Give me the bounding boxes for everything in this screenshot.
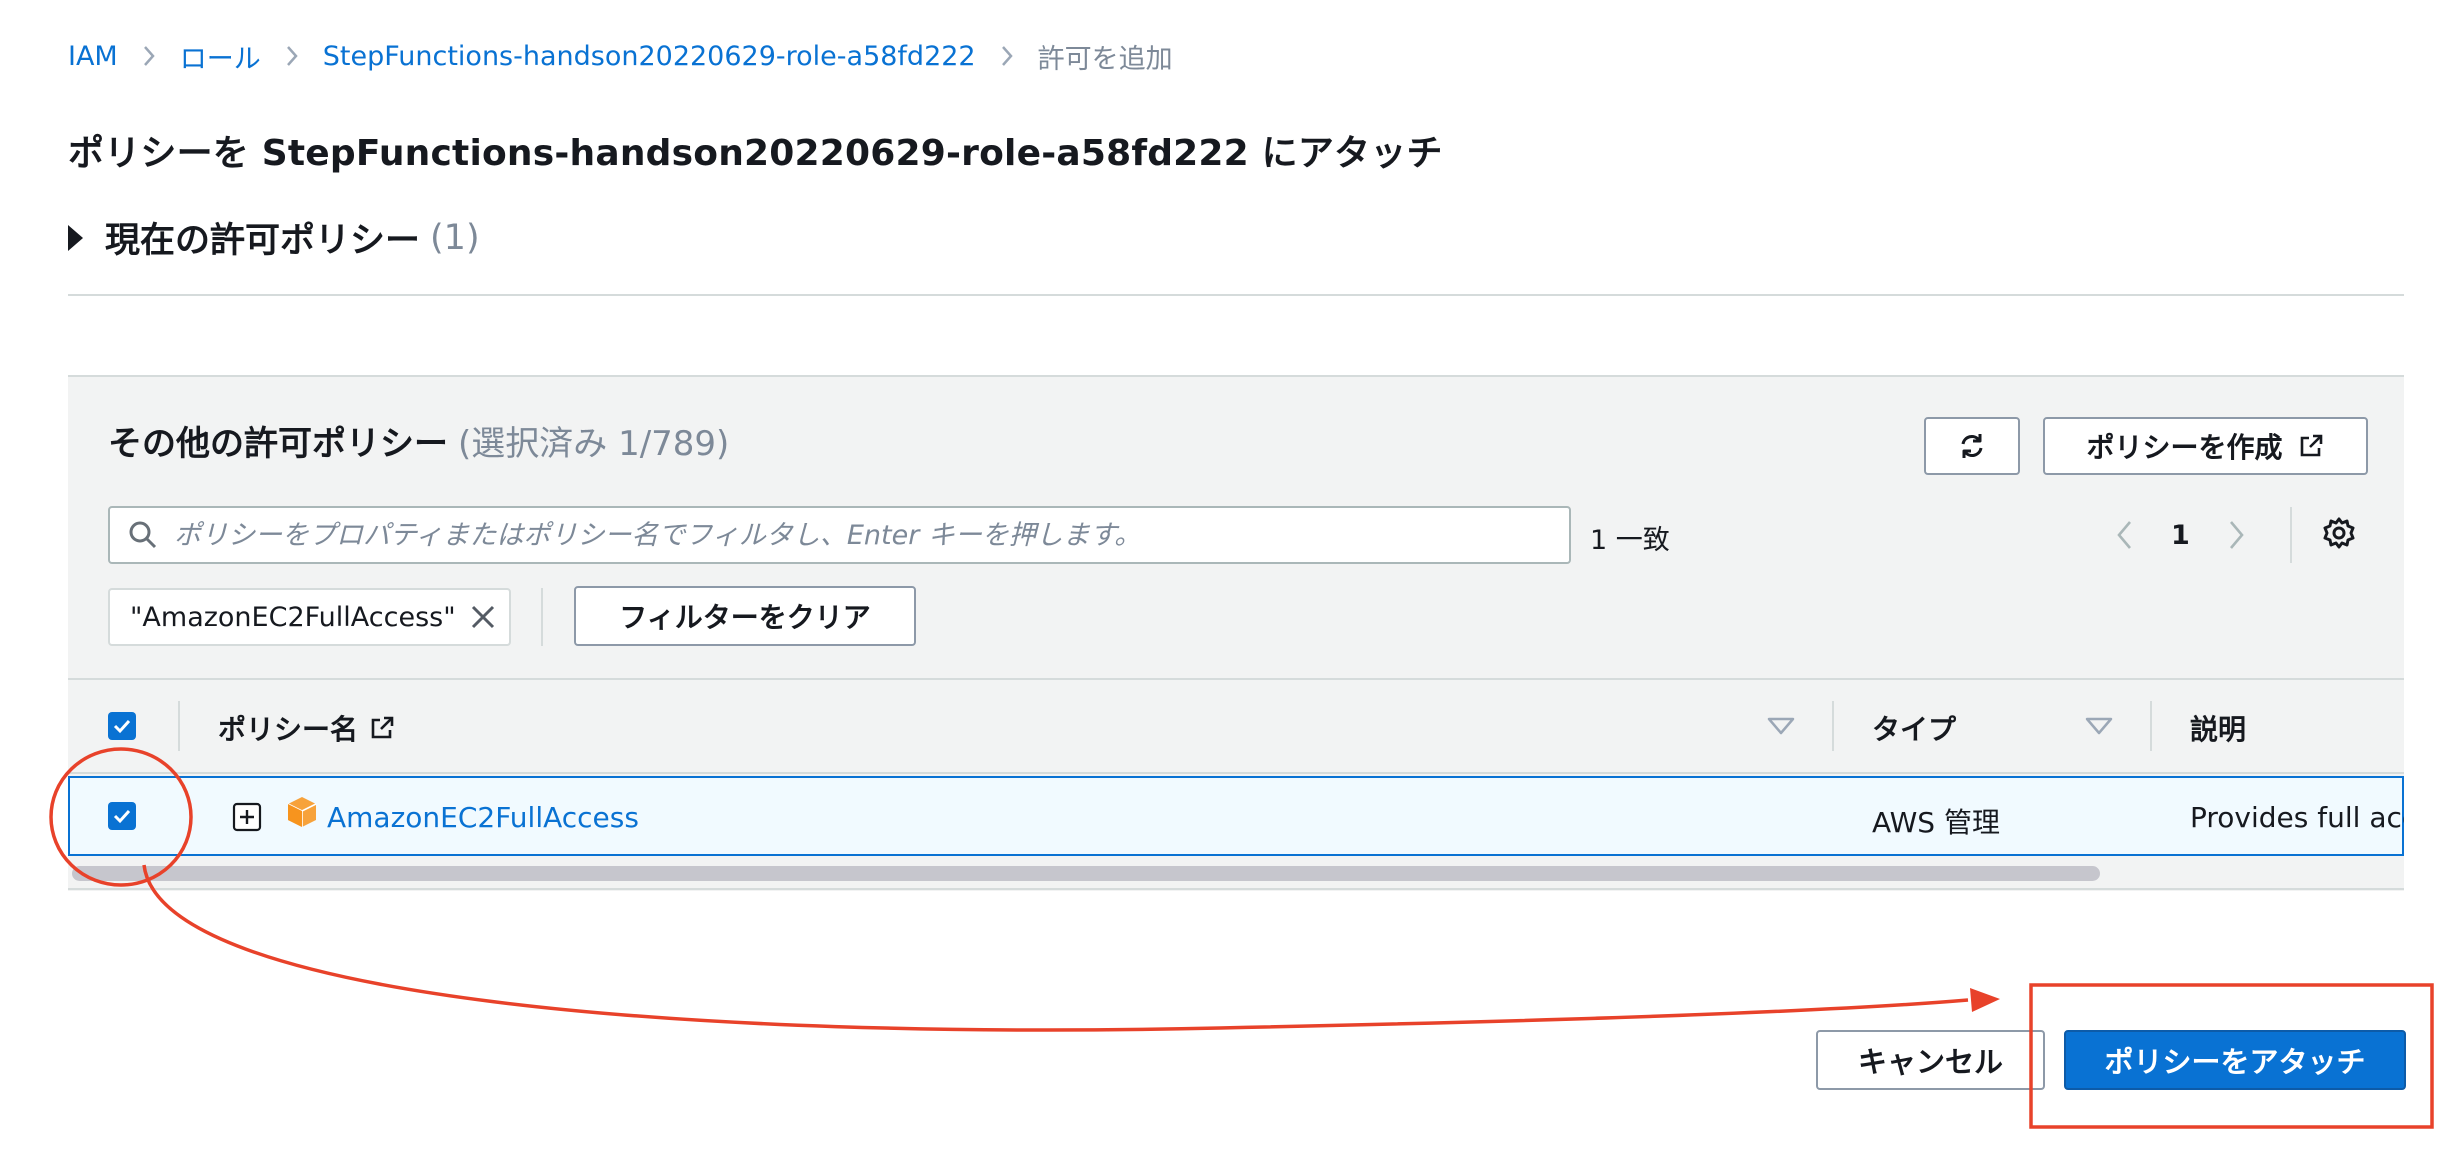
chevron-right-icon <box>142 44 156 68</box>
breadcrumb-roles[interactable]: ロール <box>180 37 261 76</box>
sort-icon[interactable] <box>1766 714 1796 738</box>
column-divider <box>1832 701 1834 751</box>
table-header <box>68 678 2404 774</box>
search-icon <box>128 520 158 550</box>
policy-type: AWS 管理 <box>1872 806 2000 839</box>
chevron-right-icon <box>1000 44 1014 68</box>
breadcrumb-current: 許可を追加 <box>1037 43 1173 75</box>
scrollbar-thumb[interactable] <box>72 866 2100 881</box>
create-policy-label: ポリシーを作成 <box>2086 431 2283 464</box>
refresh-icon <box>1961 434 1983 458</box>
chevron-right-icon <box>285 44 299 68</box>
column-label: ポリシー名 <box>218 713 359 746</box>
page-number[interactable]: 1 <box>2171 520 2190 551</box>
policy-search <box>108 506 1571 564</box>
other-policies-heading: その他の許可ポリシー (選択済み 1/789) <box>108 416 729 465</box>
select-all-checkbox[interactable] <box>108 712 136 740</box>
search-input[interactable] <box>172 518 1569 552</box>
column-divider <box>2150 701 2152 751</box>
external-link-icon <box>371 716 394 739</box>
caret-right-icon <box>68 224 83 251</box>
filter-token-label: "AmazonEC2FullAccess" <box>130 601 456 633</box>
filter-token: "AmazonEC2FullAccess" <box>108 588 511 646</box>
page-title: ポリシーを StepFunctions-handson20220629-role… <box>68 133 1443 174</box>
gear-icon[interactable] <box>2322 516 2356 554</box>
column-header-description: 説明 <box>2190 713 2247 746</box>
breadcrumb-iam[interactable]: IAM <box>68 41 118 72</box>
sort-icon[interactable] <box>2084 714 2114 738</box>
divider <box>68 294 2404 296</box>
attach-policy-button[interactable]: ポリシーをアタッチ <box>2064 1030 2406 1090</box>
row-checkbox[interactable] <box>108 802 136 830</box>
match-count: 1 一致 <box>1590 525 1670 556</box>
policy-name-link[interactable]: AmazonEC2FullAccess <box>327 801 639 834</box>
clear-filter-button[interactable]: フィルターをクリア <box>574 586 916 646</box>
column-header-type[interactable]: タイプ <box>1872 708 1956 748</box>
divider <box>2290 507 2292 563</box>
checkmark-icon <box>113 719 131 734</box>
chevron-right-icon[interactable] <box>2228 519 2246 551</box>
aws-managed-policy-icon <box>287 797 317 827</box>
refresh-button[interactable] <box>1924 417 2020 475</box>
policy-description: Provides full acce <box>2190 801 2404 834</box>
external-link-icon <box>2300 434 2322 457</box>
pagination: 1 <box>2115 510 2246 560</box>
annotation-arrowhead <box>1970 988 2000 1012</box>
current-policies-label: 現在の許可ポリシー <box>105 221 421 261</box>
other-policies-title: その他の許可ポリシー <box>108 424 448 464</box>
current-policies-count: (1) <box>430 217 480 258</box>
breadcrumb: IAM ロール StepFunctions-handson20220629-ro… <box>68 37 1173 76</box>
divider <box>68 888 2404 890</box>
column-header-policy-name[interactable]: ポリシー名 <box>218 708 396 748</box>
close-icon[interactable] <box>469 603 497 631</box>
expand-icon[interactable] <box>232 802 262 832</box>
checkmark-icon <box>113 809 131 824</box>
divider <box>541 588 543 646</box>
cancel-button[interactable]: キャンセル <box>1816 1030 2045 1090</box>
chevron-left-icon[interactable] <box>2115 519 2133 551</box>
column-divider <box>178 701 180 751</box>
current-policies-toggle[interactable]: 現在の許可ポリシー (1) <box>68 212 480 263</box>
create-policy-button[interactable]: ポリシーを作成 <box>2043 417 2368 475</box>
breadcrumb-role-name[interactable]: StepFunctions-handson20220629-role-a58fd… <box>323 41 976 72</box>
selection-count: (選択済み 1/789) <box>458 424 730 464</box>
